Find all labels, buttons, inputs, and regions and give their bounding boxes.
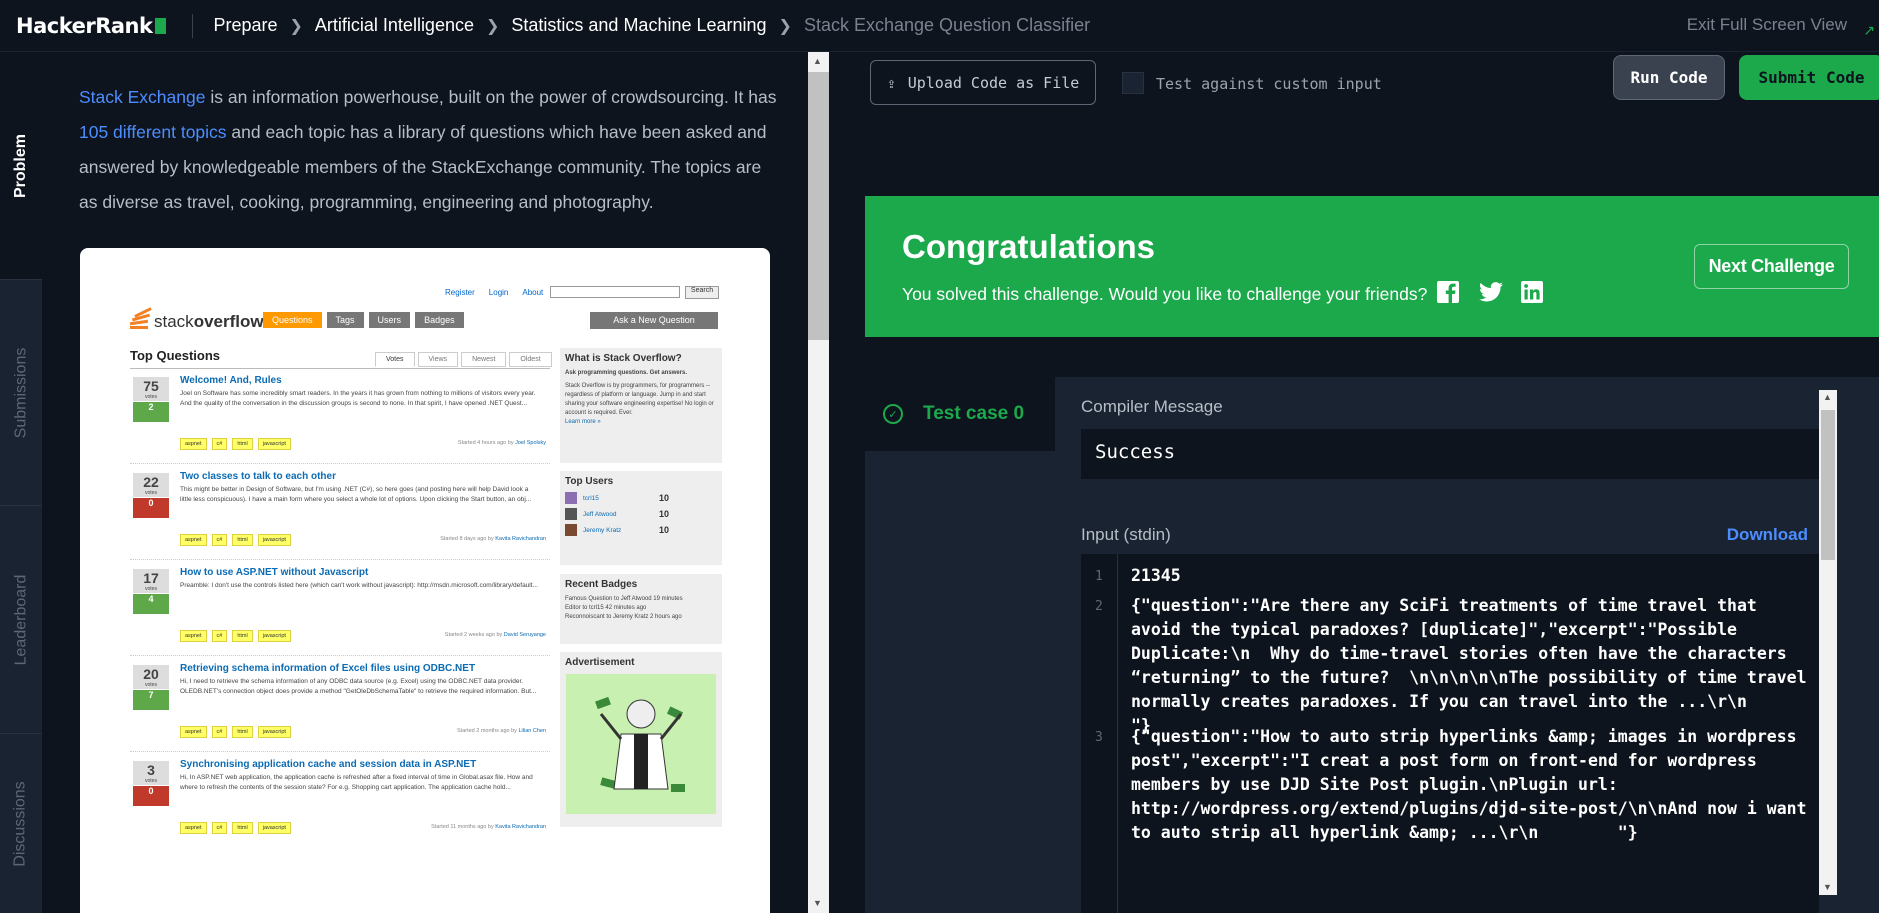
so-stack-icon [129, 306, 152, 332]
compiler-message-label: Compiler Message [1081, 397, 1223, 416]
so-question: 20 votes 7 Retrieving schema information … [130, 660, 550, 752]
check-circle-icon: ✓ [883, 404, 903, 424]
problem-pane: Stack Exchange is an information powerho… [42, 52, 808, 913]
divider [192, 13, 194, 38]
testcase-list: ✓ Test case 0 [865, 377, 1055, 913]
chevron-right-icon: ❯ [485, 17, 500, 35]
so-logo: stack overflow [129, 306, 264, 332]
breadcrumb-current: Stack Exchange Question Classifier [803, 15, 1091, 35]
code-line: {"question":"Are there any SciFi treatme… [1131, 596, 1819, 735]
output-scrollbar[interactable]: ▲ ▼ [1819, 390, 1837, 895]
logo-square-icon [155, 17, 167, 34]
scroll-down-icon[interactable]: ▼ [813, 898, 822, 908]
exit-fullscreen-icon[interactable]: ↗ [1863, 22, 1875, 39]
pane-divider [829, 52, 846, 913]
download-link[interactable]: Download [1727, 525, 1808, 545]
so-advertisement: Advertisement [560, 652, 722, 827]
submit-code-button[interactable]: Submit Code [1739, 55, 1879, 100]
congrats-title: Congratulations [902, 228, 1155, 265]
so-top-links: Register Login About [445, 288, 544, 297]
breadcrumb-prepare[interactable]: Prepare [213, 15, 277, 36]
top-bar: HackerRank Prepare ❯ Artificial Intellig… [0, 0, 1879, 52]
run-code-button[interactable]: Run Code [1613, 55, 1725, 100]
editor-pane: ⇪ Upload Code as File Test against custo… [846, 52, 1879, 913]
vertical-tabs: Problem Submissions Leaderboard Discussi… [0, 52, 42, 913]
hackerrank-logo[interactable]: HackerRank [16, 13, 167, 38]
so-what-is: What is Stack Overflow? Ask programming … [560, 348, 722, 463]
so-rule [130, 368, 550, 369]
so-search-button: Search [685, 286, 719, 299]
line-number: 2 [1095, 599, 1103, 614]
facebook-icon[interactable] [1436, 280, 1460, 304]
congrats-banner: Congratulations You solved this challeng… [865, 196, 1879, 337]
tab-leaderboard[interactable]: Leaderboard [0, 506, 42, 734]
tab-submissions[interactable]: Submissions [0, 280, 42, 506]
so-top-users: Top Users tcrl15 10 Jeff Atwood 10 Jeremy … [560, 471, 722, 565]
upload-code-button[interactable]: ⇪ Upload Code as File [870, 60, 1096, 105]
scroll-down-icon[interactable]: ▼ [1823, 882, 1832, 892]
testcase-output: Compiler Message Success Input (stdin) D… [1055, 377, 1879, 913]
ad-cartoon-image [566, 674, 716, 814]
upload-icon: ⇪ [886, 73, 896, 92]
breadcrumb-stats-ml[interactable]: Statistics and Machine Learning [511, 15, 766, 36]
so-question: 75 votes 2 Welcome! And, Rules Joel on So… [130, 372, 550, 464]
logo-text: HackerRank [16, 13, 153, 38]
breadcrumb-ai[interactable]: Artificial Intelligence [315, 15, 474, 36]
twitter-icon[interactable] [1479, 280, 1503, 304]
scroll-up-icon[interactable]: ▲ [1823, 392, 1832, 402]
so-nav: Questions Tags Users Badges [263, 312, 464, 328]
compiler-message-value: Success [1081, 429, 1819, 479]
linkedin-icon[interactable] [1520, 280, 1544, 304]
line-number: 3 [1095, 730, 1103, 745]
chevron-right-icon: ❯ [778, 17, 792, 35]
so-title: Top Questions [130, 348, 221, 363]
tab-problem[interactable]: Problem [0, 52, 42, 280]
congrats-subtitle: You solved this challenge. Would you lik… [902, 284, 1428, 304]
problem-intro: Stack Exchange is an information powerho… [79, 87, 777, 212]
stack-exchange-link[interactable]: Stack Exchange [79, 87, 205, 107]
scroll-up-icon[interactable]: ▲ [813, 56, 822, 66]
so-ask-button: Ask a New Question [590, 312, 718, 329]
custom-input-checkbox[interactable] [1122, 72, 1144, 94]
line-number: 1 [1095, 569, 1103, 584]
test-results: ✓ Test case 0 Compiler Message Success I… [865, 377, 1879, 913]
next-challenge-button[interactable]: Next Challenge [1694, 244, 1849, 289]
so-recent-badges: Recent Badges Famous Question to Jeff At… [560, 574, 722, 644]
so-search-box [550, 286, 680, 298]
testcase-item[interactable]: ✓ Test case 0 [865, 377, 1055, 451]
chevron-right-icon: ❯ [289, 17, 303, 35]
so-question: 3 votes 0 Synchronising application cache… [130, 756, 550, 848]
custom-input-label[interactable]: Test against custom input [1156, 75, 1382, 93]
code-line: 21345 [1131, 566, 1181, 585]
scrollbar-thumb[interactable] [808, 72, 829, 340]
exit-fullscreen-link[interactable]: Exit Full Screen View [1687, 15, 1847, 35]
input-label: Input (stdin) [1081, 525, 1171, 544]
tab-discussions[interactable]: Discussions [0, 734, 42, 913]
breadcrumb: Prepare ❯ Artificial Intelligence ❯ Stat… [213, 15, 1090, 36]
code-line: {"question":"How to auto strip hyperlink… [1131, 727, 1817, 842]
so-sort-tabs: Votes Views Newest Oldest [375, 352, 552, 367]
so-question: 22 votes 0 Two classes to talk to each ot… [130, 468, 550, 560]
stackoverflow-screenshot: Register Login About Search stack overflo… [80, 248, 770, 913]
stdin-viewer[interactable]: 1 21345 2 {"question":"Are there any Sci… [1081, 554, 1819, 913]
so-question: 17 votes 4 How to use ASP.NET without Jav… [130, 564, 550, 656]
topics-link[interactable]: 105 different topics [79, 122, 227, 142]
scrollbar-thumb[interactable] [1821, 410, 1835, 560]
